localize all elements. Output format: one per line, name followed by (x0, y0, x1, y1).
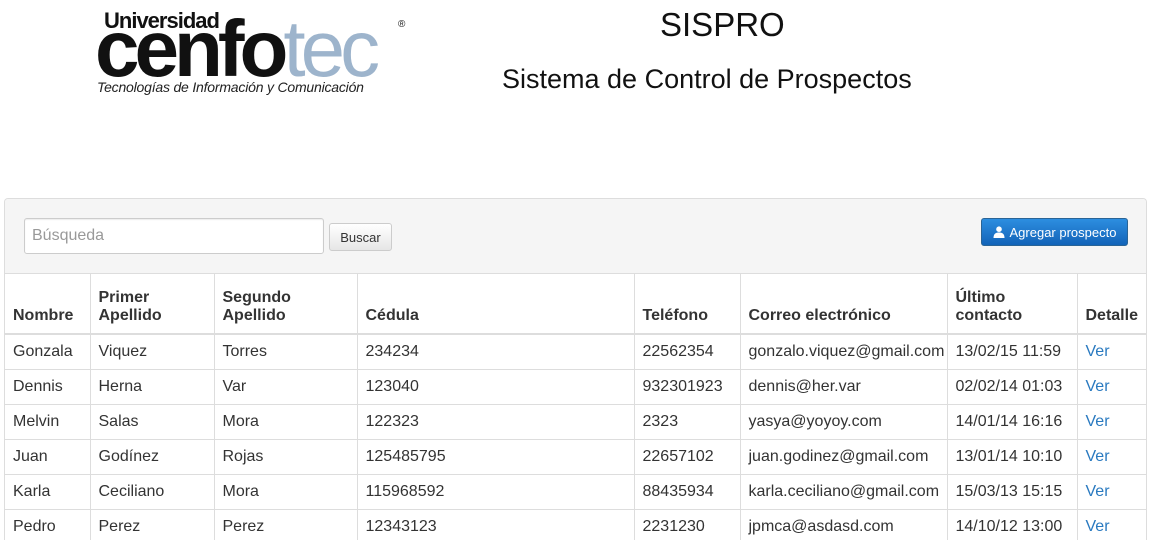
cell-nombre: Melvin (5, 405, 90, 440)
view-detail-link[interactable]: Ver (1086, 343, 1110, 360)
view-detail-link[interactable]: Ver (1086, 413, 1110, 430)
table-row: PedroPerezPerez123431232231230jpmca@asda… (5, 510, 1146, 540)
cell-nombre: Pedro (5, 510, 90, 540)
view-detail-link[interactable]: Ver (1086, 448, 1110, 465)
cell-detalle: Ver (1077, 475, 1146, 510)
cell-ultimo-contacto: 14/01/14 16:16 (947, 405, 1077, 440)
cell-segundo-apellido: Mora (214, 475, 357, 510)
cell-telefono: 22562354 (634, 334, 740, 370)
add-prospect-button[interactable]: Agregar prospecto (981, 218, 1128, 246)
cell-detalle: Ver (1077, 405, 1146, 440)
cell-ultimo-contacto: 14/10/12 13:00 (947, 510, 1077, 540)
column-header-primer-apellido[interactable]: PrimerApellido (90, 274, 214, 334)
cell-cedula: 125485795 (357, 440, 634, 475)
cell-ultimo-contacto: 15/03/13 15:15 (947, 475, 1077, 510)
cell-ultimo-contacto: 13/02/15 11:59 (947, 334, 1077, 370)
cell-cedula: 122323 (357, 405, 634, 440)
search-input[interactable] (24, 218, 324, 254)
prospects-panel: Buscar Agregar prospecto Nombre PrimerAp… (4, 198, 1147, 540)
cell-primer-apellido: Viquez (90, 334, 214, 370)
column-header-ultimo-contacto[interactable]: Últimocontacto (947, 274, 1077, 334)
cell-segundo-apellido: Mora (214, 405, 357, 440)
table-row: DennisHernaVar123040932301923dennis@her.… (5, 370, 1146, 405)
column-header-nombre[interactable]: Nombre (5, 274, 90, 334)
cell-nombre: Juan (5, 440, 90, 475)
add-prospect-label: Agregar prospecto (1010, 225, 1117, 240)
cell-correo: dennis@her.var (740, 370, 947, 405)
cell-correo: yasya@yoyoy.com (740, 405, 947, 440)
view-detail-link[interactable]: Ver (1086, 378, 1110, 395)
table-header-row: Nombre PrimerApellido SegundoApellido Cé… (5, 274, 1146, 334)
cell-ultimo-contacto: 13/01/14 10:10 (947, 440, 1077, 475)
column-header-telefono[interactable]: Teléfono (634, 274, 740, 334)
university-logo: Universidad cenfotec ® Tecnologías de In… (95, 5, 415, 100)
cell-segundo-apellido: Var (214, 370, 357, 405)
cell-cedula: 12343123 (357, 510, 634, 540)
toolbar: Buscar Agregar prospecto (5, 199, 1146, 274)
cell-cedula: 123040 (357, 370, 634, 405)
cell-detalle: Ver (1077, 370, 1146, 405)
cell-correo: jpmca@asdasd.com (740, 510, 947, 540)
table-row: JuanGodínezRojas12548579522657102juan.go… (5, 440, 1146, 475)
table-row: KarlaCecilianoMora11596859288435934karla… (5, 475, 1146, 510)
cell-primer-apellido: Herna (90, 370, 214, 405)
column-header-correo[interactable]: Correo electrónico (740, 274, 947, 334)
cell-primer-apellido: Perez (90, 510, 214, 540)
app-subtitle: Sistema de Control de Prospectos (502, 64, 912, 95)
user-icon (993, 226, 1005, 238)
cell-telefono: 88435934 (634, 475, 740, 510)
column-header-cedula[interactable]: Cédula (357, 274, 634, 334)
column-header-segundo-apellido[interactable]: SegundoApellido (214, 274, 357, 334)
cell-primer-apellido: Ceciliano (90, 475, 214, 510)
cell-segundo-apellido: Torres (214, 334, 357, 370)
cell-nombre: Dennis (5, 370, 90, 405)
cell-telefono: 2323 (634, 405, 740, 440)
cell-correo: gonzalo.viquez@gmail.com (740, 334, 947, 370)
cell-segundo-apellido: Perez (214, 510, 357, 540)
logo-registered-mark: ® (398, 19, 405, 30)
cell-ultimo-contacto: 02/02/14 01:03 (947, 370, 1077, 405)
view-detail-link[interactable]: Ver (1086, 483, 1110, 500)
cell-segundo-apellido: Rojas (214, 440, 357, 475)
cell-telefono: 932301923 (634, 370, 740, 405)
cell-primer-apellido: Godínez (90, 440, 214, 475)
logo-tagline: Tecnologías de Información y Comunicació… (97, 79, 364, 95)
prospects-table: Nombre PrimerApellido SegundoApellido Cé… (5, 274, 1146, 540)
cell-primer-apellido: Salas (90, 405, 214, 440)
table-row: GonzalaViquezTorres23423422562354gonzalo… (5, 334, 1146, 370)
cell-cedula: 115968592 (357, 475, 634, 510)
cell-telefono: 2231230 (634, 510, 740, 540)
cell-detalle: Ver (1077, 334, 1146, 370)
app-title: SISPRO (660, 6, 785, 44)
cell-nombre: Gonzala (5, 334, 90, 370)
search-button[interactable]: Buscar (329, 223, 392, 251)
view-detail-link[interactable]: Ver (1086, 518, 1110, 535)
cell-nombre: Karla (5, 475, 90, 510)
cell-telefono: 22657102 (634, 440, 740, 475)
column-header-detalle: Detalle (1077, 274, 1146, 334)
logo-brand: cenfotec (95, 9, 375, 89)
table-row: MelvinSalasMora1223232323yasya@yoyoy.com… (5, 405, 1146, 440)
cell-detalle: Ver (1077, 440, 1146, 475)
cell-cedula: 234234 (357, 334, 634, 370)
cell-correo: karla.ceciliano@gmail.com (740, 475, 947, 510)
cell-detalle: Ver (1077, 510, 1146, 540)
cell-correo: juan.godinez@gmail.com (740, 440, 947, 475)
